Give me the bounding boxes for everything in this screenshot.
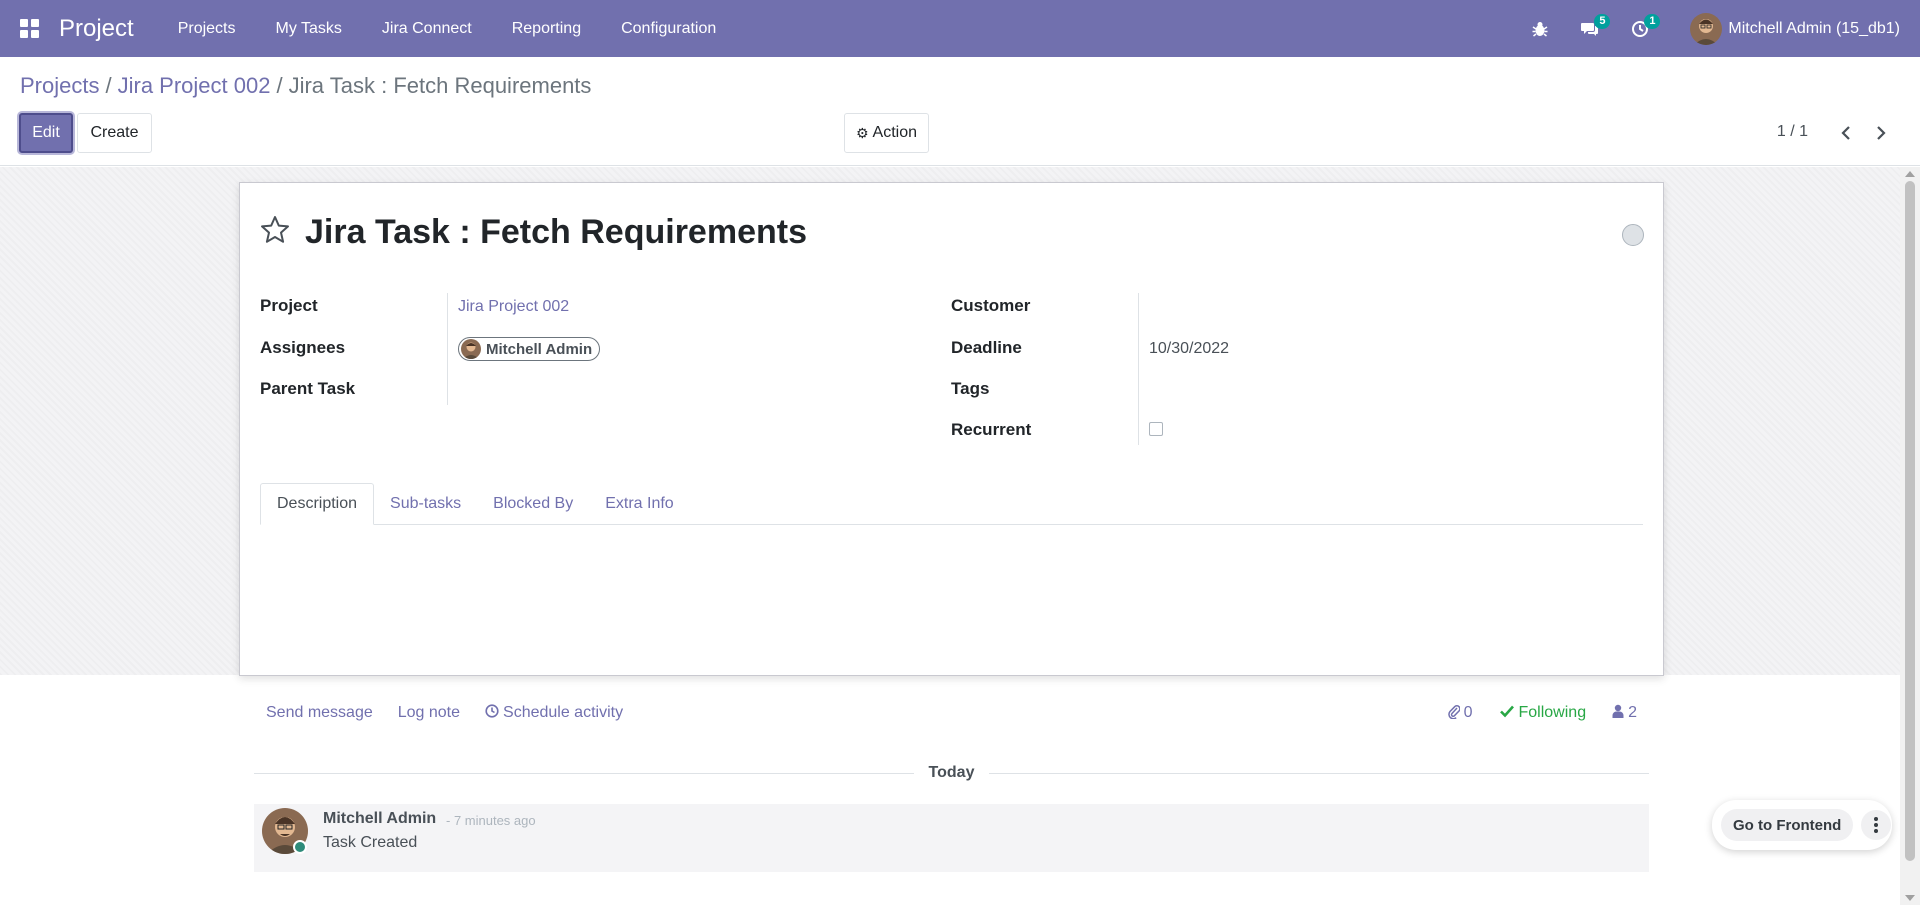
- menu-item-projects[interactable]: Projects: [158, 20, 256, 38]
- pager-previous-icon[interactable]: [1831, 117, 1861, 149]
- frontend-widget: Go to Frontend: [1712, 800, 1892, 850]
- paperclip-icon: [1447, 703, 1461, 724]
- date-separator: Today: [254, 762, 1649, 784]
- more-options-kebab-icon[interactable]: [1861, 810, 1892, 840]
- deadline-label: Deadline: [951, 338, 1022, 357]
- scroll-up-arrow-icon[interactable]: [1905, 171, 1915, 177]
- user-avatar: [1690, 12, 1723, 45]
- pager-value[interactable]: 1 / 1: [1777, 123, 1808, 141]
- star-priority-icon[interactable]: [259, 214, 291, 246]
- form-sheet: Jira Task : Fetch Requirements Project J…: [239, 182, 1664, 676]
- task-title: Jira Task : Fetch Requirements: [305, 213, 807, 251]
- breadcrumb-separator: /: [105, 73, 112, 98]
- messages-badge: 5: [1594, 14, 1611, 29]
- systray: 5 1 Mitchell Admin (15_db1): [1515, 0, 1920, 57]
- breadcrumb-projects[interactable]: Projects: [20, 73, 99, 99]
- field-divider: [447, 293, 448, 405]
- breadcrumb: Projects / Jira Project 002 / Jira Task …: [20, 73, 591, 99]
- log-note-button[interactable]: Log note: [398, 704, 460, 722]
- top-navbar: Project Projects My Tasks Jira Connect R…: [0, 0, 1920, 57]
- chatter-message: Mitchell Admin - 7 minutes ago Task Crea…: [254, 804, 1649, 872]
- tab-sub-tasks[interactable]: Sub-tasks: [374, 483, 477, 525]
- menu-item-reporting[interactable]: Reporting: [492, 20, 601, 38]
- chatter-topbar: Send message Log note Schedule activity …: [254, 693, 1649, 733]
- vertical-scrollbar[interactable]: [1900, 167, 1920, 905]
- message-body: Task Created: [323, 834, 418, 851]
- menu-item-jira-connect[interactable]: Jira Connect: [362, 20, 492, 38]
- following-button[interactable]: Following: [1499, 704, 1587, 723]
- edit-button[interactable]: Edit: [19, 113, 73, 153]
- create-button[interactable]: Create: [77, 113, 152, 153]
- following-label: Following: [1518, 704, 1587, 721]
- attachments-count: 0: [1463, 704, 1473, 721]
- message-author[interactable]: Mitchell Admin: [323, 810, 436, 828]
- message-time: - 7 minutes ago: [446, 813, 536, 828]
- main-menu: Projects My Tasks Jira Connect Reporting…: [158, 20, 737, 38]
- followers-count: 2: [1628, 704, 1637, 721]
- field-divider: [1138, 293, 1139, 445]
- control-panel: Projects / Jira Project 002 / Jira Task …: [0, 57, 1920, 166]
- action-label: Action: [872, 124, 918, 141]
- activities-badge: 1: [1644, 14, 1661, 29]
- user-icon: [1612, 704, 1624, 723]
- tab-description[interactable]: Description: [260, 483, 375, 525]
- tab-blocked-by[interactable]: Blocked By: [477, 483, 589, 525]
- notebook-tabs: Description Sub-tasks Blocked By Extra I…: [260, 483, 1643, 525]
- separator-line: [989, 773, 1649, 774]
- breadcrumb-current: Jira Task : Fetch Requirements: [288, 73, 592, 98]
- assignee-tag[interactable]: Mitchell Admin: [458, 337, 601, 361]
- action-button[interactable]: ⚙ Action: [844, 113, 929, 153]
- assignee-avatar: [461, 339, 481, 359]
- parent-task-label: Parent Task: [260, 379, 356, 398]
- scroll-down-arrow-icon[interactable]: [1905, 895, 1915, 901]
- go-to-frontend-button[interactable]: Go to Frontend: [1721, 809, 1854, 841]
- breadcrumb-separator: /: [276, 73, 283, 98]
- scrollbar-thumb[interactable]: [1905, 181, 1915, 861]
- chatter-actions: 0 Following 2: [1447, 693, 1637, 733]
- menu-item-configuration[interactable]: Configuration: [601, 20, 736, 38]
- tags-label: Tags: [951, 379, 990, 398]
- gear-icon: ⚙: [855, 124, 869, 141]
- activities-clock-icon[interactable]: 1: [1615, 0, 1665, 57]
- checkmark-icon: [1499, 704, 1515, 723]
- customer-label: Customer: [951, 296, 1031, 315]
- deadline-value: 10/30/2022: [1149, 340, 1230, 357]
- user-name: Mitchell Admin (15_db1): [1728, 19, 1900, 37]
- online-status-indicator: [293, 840, 307, 854]
- user-menu[interactable]: Mitchell Admin (15_db1): [1690, 12, 1900, 45]
- send-message-button[interactable]: Send message: [266, 704, 373, 722]
- apps-menu-icon[interactable]: [0, 0, 60, 57]
- assignee-name: Mitchell Admin: [486, 340, 593, 358]
- clock-icon: [485, 703, 499, 723]
- messages-chat-icon[interactable]: 5: [1565, 0, 1615, 57]
- followers-button[interactable]: 2: [1612, 704, 1637, 723]
- kanban-state-indicator[interactable]: [1622, 224, 1644, 246]
- pager-next-icon[interactable]: [1866, 117, 1896, 149]
- schedule-activity-label: Schedule activity: [503, 704, 624, 721]
- debug-bug-icon[interactable]: [1515, 0, 1565, 57]
- recurrent-label: Recurrent: [951, 420, 1032, 439]
- breadcrumb-jira-project[interactable]: Jira Project 002: [118, 73, 271, 99]
- attachments-button[interactable]: 0: [1447, 703, 1473, 724]
- recurrent-checkbox[interactable]: [1149, 422, 1163, 436]
- project-link[interactable]: Jira Project 002: [458, 298, 569, 316]
- schedule-activity-button[interactable]: Schedule activity: [485, 703, 624, 723]
- assignees-label: Assignees: [260, 338, 346, 357]
- menu-item-my-tasks[interactable]: My Tasks: [256, 20, 362, 38]
- project-label: Project: [260, 296, 318, 315]
- tab-extra-info[interactable]: Extra Info: [589, 483, 689, 525]
- app-brand[interactable]: Project: [59, 15, 134, 43]
